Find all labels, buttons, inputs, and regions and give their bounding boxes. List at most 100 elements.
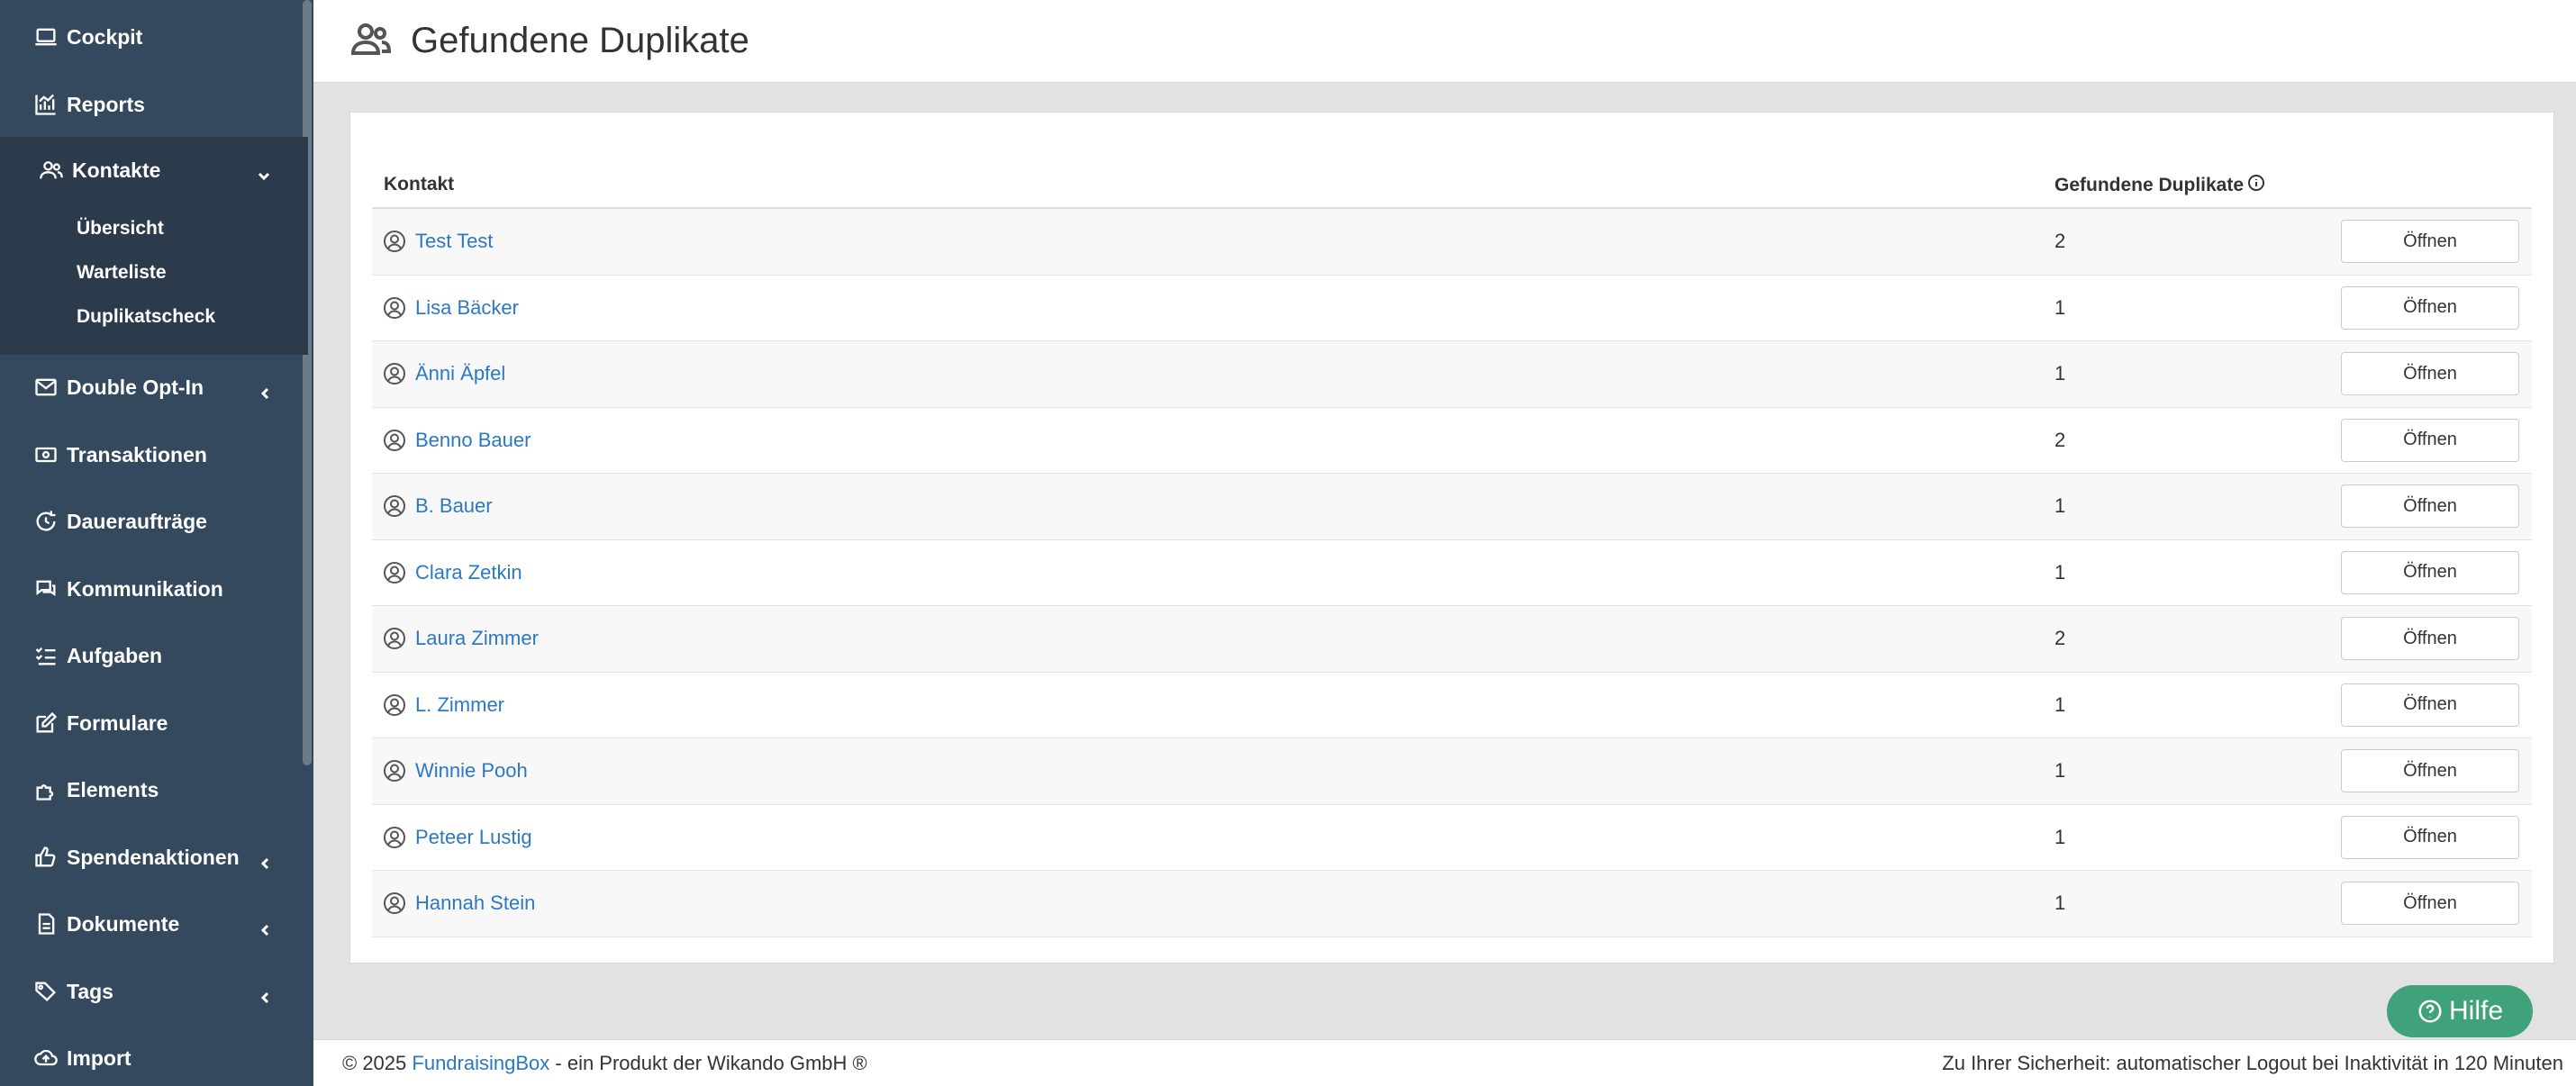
- table-row: Lisa Bäcker 1 Öffnen: [372, 276, 2532, 341]
- brand-link[interactable]: FundraisingBox: [412, 1052, 549, 1074]
- edit-icon: [32, 710, 59, 737]
- contact-link[interactable]: Lisa Bäcker: [415, 296, 519, 320]
- chevron-left-icon: [259, 851, 272, 870]
- contact-link[interactable]: B. Bauer: [415, 494, 493, 518]
- footer-copyright: © 2025 FundraisingBox - ein Produkt der …: [342, 1052, 867, 1075]
- cloud-upload-icon: [32, 1045, 59, 1072]
- kontakte-group: Kontakte Übersicht Warteliste Duplikatsc…: [0, 137, 308, 355]
- question-circle-icon: [2418, 1000, 2442, 1023]
- duplicate-count: 2: [2054, 230, 2066, 253]
- column-header-contact: Kontakt: [384, 174, 455, 195]
- sidebar-item-label: Aufgaben: [67, 643, 163, 667]
- contact-link[interactable]: Benno Bauer: [415, 429, 531, 452]
- open-button[interactable]: Öffnen: [2341, 617, 2519, 661]
- sidebar-item-elements[interactable]: Elements: [0, 756, 297, 823]
- sidebar-item-label: Formulare: [67, 710, 168, 735]
- table-body: Test Test 2 Öffnen Lisa Bäcker 1 Öffnen Änni Ä…: [372, 209, 2532, 937]
- sidebar-item-cockpit[interactable]: Cockpit: [0, 4, 297, 70]
- sidebar-item-label: Kommunikation: [67, 576, 223, 601]
- contact-link[interactable]: Winnie Pooh: [415, 759, 528, 783]
- footer: © 2025 FundraisingBox - ein Produkt der …: [313, 1039, 2576, 1086]
- sidebar-item-dauerauftraege[interactable]: Daueraufträge: [0, 488, 297, 555]
- chart-icon: [32, 91, 59, 118]
- open-button[interactable]: Öffnen: [2341, 352, 2519, 396]
- duplicate-count: 1: [2054, 692, 2066, 716]
- sidebar-scrollbar[interactable]: [303, 0, 312, 765]
- duplicate-count: 1: [2054, 560, 2066, 584]
- security-note: Zu Ihrer Sicherheit: automatischer Logou…: [1942, 1051, 2563, 1074]
- sidebar-sub-warteliste[interactable]: Warteliste: [77, 255, 167, 291]
- table-row: Clara Zetkin 1 Öffnen: [372, 540, 2532, 606]
- sidebar-sub-uebersicht[interactable]: Übersicht: [77, 211, 164, 247]
- sidebar-item-import[interactable]: Import: [0, 1025, 297, 1086]
- contact-link[interactable]: Peteer Lustig: [415, 826, 532, 849]
- user-circle-icon: [383, 362, 406, 385]
- user-circle-icon: [383, 627, 406, 650]
- contact-link[interactable]: Änni Äpfel: [415, 362, 505, 385]
- sidebar-item-label: Elements: [67, 777, 159, 801]
- table-row: B. Bauer 1 Öffnen: [372, 474, 2532, 540]
- table-row: Peteer Lustig 1 Öffnen: [372, 805, 2532, 871]
- contact-link[interactable]: L. Zimmer: [415, 693, 504, 717]
- info-icon[interactable]: [2244, 174, 2265, 197]
- sidebar-item-spendenaktionen[interactable]: Spendenaktionen: [0, 824, 297, 891]
- sidebar-item-kommunikation[interactable]: Kommunikation: [0, 556, 297, 622]
- duplicate-count: 1: [2054, 825, 2066, 848]
- sidebar-item-label: Spendenaktionen: [67, 845, 240, 869]
- open-button[interactable]: Öffnen: [2341, 749, 2519, 793]
- page-header: Gefundene Duplikate: [313, 0, 2576, 83]
- duplicate-count: 1: [2054, 295, 2066, 319]
- duplicate-count: 1: [2054, 362, 2066, 385]
- contact-link[interactable]: Test Test: [415, 230, 493, 253]
- document-icon: [32, 910, 59, 937]
- help-label: Hilfe: [2448, 996, 2503, 1026]
- sidebar-item-tags[interactable]: Tags: [0, 958, 297, 1025]
- user-circle-icon: [383, 429, 406, 452]
- copyright-suffix: - ein Produkt der Wikando GmbH ®: [555, 1051, 867, 1074]
- table-row: Änni Äpfel 1 Öffnen: [372, 341, 2532, 408]
- tasks-icon: [32, 642, 59, 669]
- open-button[interactable]: Öffnen: [2341, 484, 2519, 529]
- open-button[interactable]: Öffnen: [2341, 220, 2519, 264]
- sidebar-item-formulare[interactable]: Formulare: [0, 690, 297, 756]
- sidebar-item-dokumente[interactable]: Dokumente: [0, 891, 297, 957]
- page-title: Gefundene Duplikate: [411, 21, 749, 60]
- open-button[interactable]: Öffnen: [2341, 882, 2519, 926]
- sidebar-item-double-opt-in[interactable]: Double Opt-In: [0, 354, 297, 421]
- users-icon: [349, 17, 393, 65]
- open-button[interactable]: Öffnen: [2341, 683, 2519, 727]
- contact-link[interactable]: Laura Zimmer: [415, 627, 539, 650]
- sidebar-item-label: Cockpit: [67, 24, 143, 49]
- sidebar-item-reports[interactable]: Reports: [0, 71, 297, 138]
- user-circle-icon: [383, 296, 406, 320]
- chevron-down-icon: [258, 164, 270, 181]
- sidebar-sub-duplikatscheck[interactable]: Duplikatscheck: [77, 299, 215, 335]
- sidebar: Cockpit Reports Kontakte Übersicht Warte…: [0, 0, 313, 1086]
- help-button[interactable]: Hilfe: [2387, 985, 2533, 1037]
- open-button[interactable]: Öffnen: [2341, 285, 2519, 330]
- column-header-duplicates: Gefundene Duplikate: [2054, 174, 2265, 197]
- table-row: Benno Bauer 2 Öffnen: [372, 408, 2532, 474]
- sidebar-item-aufgaben[interactable]: Aufgaben: [0, 622, 297, 689]
- open-button[interactable]: Öffnen: [2341, 815, 2519, 859]
- sidebar-item-kontakte[interactable]: Kontakte: [0, 137, 297, 204]
- contact-link[interactable]: Hannah Stein: [415, 891, 535, 915]
- open-button[interactable]: Öffnen: [2341, 550, 2519, 594]
- sidebar-item-label: Dokumente: [67, 911, 180, 936]
- table-row: L. Zimmer 1 Öffnen: [372, 673, 2532, 738]
- user-circle-icon: [383, 494, 406, 518]
- table-row: Test Test 2 Öffnen: [372, 209, 2532, 276]
- sidebar-item-label: Transaktionen: [67, 442, 207, 466]
- sidebar-item-transaktionen[interactable]: Transaktionen: [0, 421, 297, 488]
- contact-link[interactable]: Clara Zetkin: [415, 561, 522, 584]
- duplicates-table: Kontakt Gefundene Duplikate Test Test 2 Öf…: [372, 138, 2532, 937]
- user-circle-icon: [383, 561, 406, 584]
- duplicate-count: 2: [2054, 627, 2066, 650]
- table-row: Laura Zimmer 2 Öffnen: [372, 606, 2532, 673]
- sidebar-item-label: Kontakte: [72, 158, 161, 182]
- table-row: Hannah Stein 1 Öffnen: [372, 871, 2532, 937]
- laptop-icon: [32, 23, 59, 50]
- money-icon: [32, 441, 59, 468]
- chat-icon: [32, 575, 59, 602]
- open-button[interactable]: Öffnen: [2341, 418, 2519, 462]
